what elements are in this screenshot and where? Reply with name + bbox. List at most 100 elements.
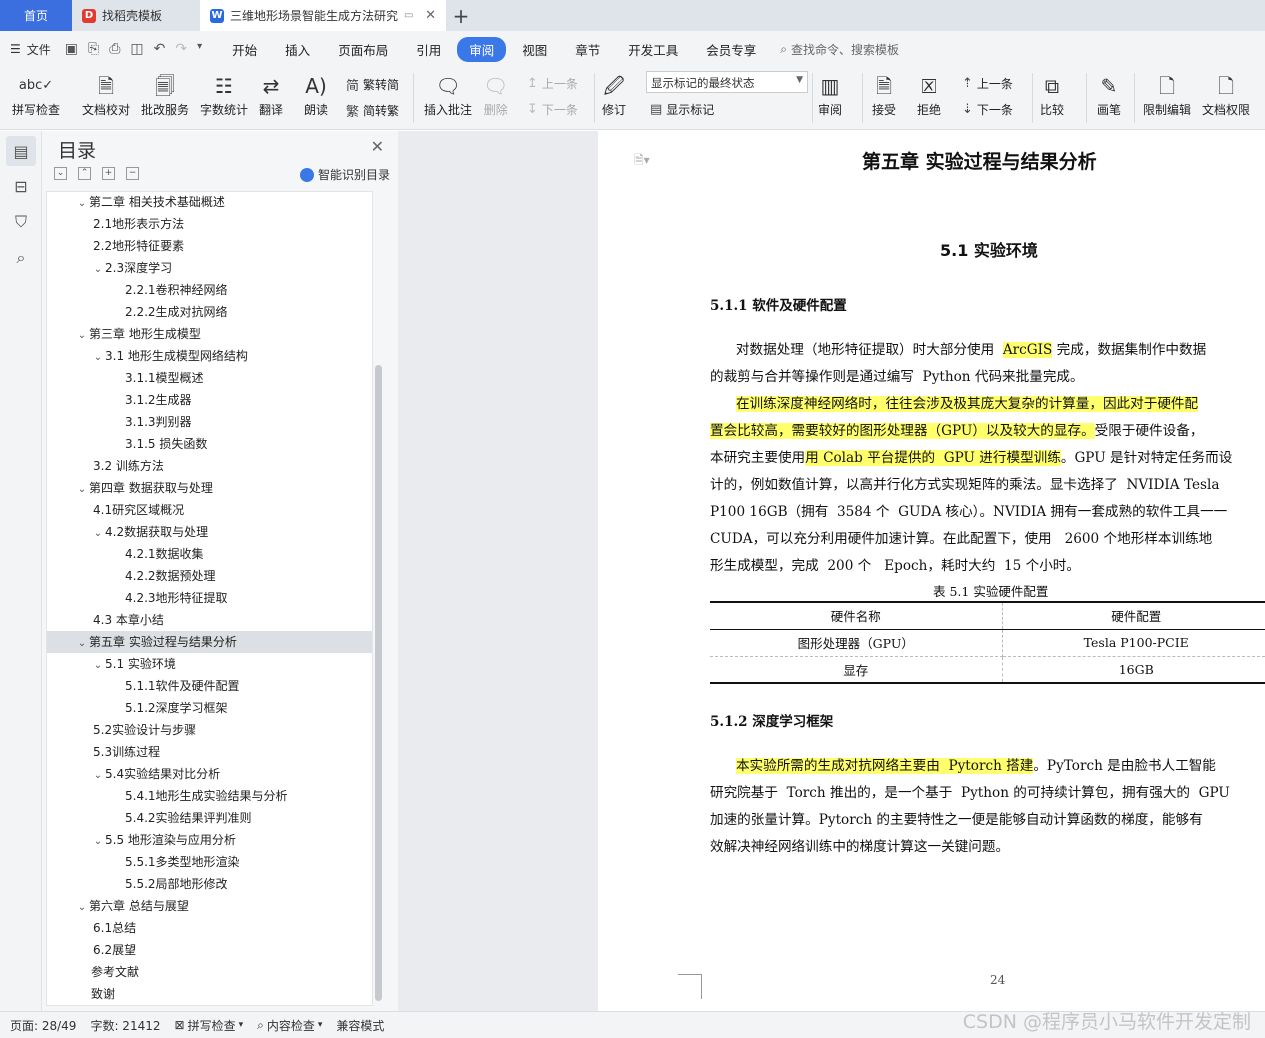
spell-check-status[interactable]: ⊠ 拼写检查 ▾ bbox=[175, 1017, 244, 1034]
tab-home[interactable]: 首页 bbox=[0, 0, 72, 31]
page-indicator[interactable]: 页面: 28/49 bbox=[10, 1017, 76, 1034]
command-search[interactable]: ⌕ 查找命令、搜索模板 bbox=[780, 41, 899, 58]
undo-icon[interactable]: ↶ bbox=[154, 41, 166, 57]
menu-layout[interactable]: 页面布局 bbox=[326, 37, 400, 62]
next-comment-button[interactable]: ↧ 下一条 bbox=[527, 101, 578, 118]
collapse-icon[interactable]: − bbox=[126, 167, 139, 180]
chevron-down-icon[interactable]: ⌄ bbox=[91, 259, 105, 281]
toc-item[interactable]: ⌄ 2.3深度学习 bbox=[47, 257, 372, 279]
menu-devtools[interactable]: 开发工具 bbox=[616, 37, 690, 62]
chevron-down-icon[interactable]: ⌄ bbox=[91, 765, 105, 787]
toc-item[interactable]: ⌄ 5.5 地形渲染与应用分析 bbox=[47, 829, 372, 851]
delete-comment-button[interactable]: 🗨 删除 bbox=[483, 71, 508, 118]
menu-member[interactable]: 会员专享 bbox=[694, 37, 768, 62]
toc-item[interactable]: ⌄ 第四章 数据获取与处理 bbox=[47, 477, 372, 499]
prev-change-button[interactable]: ⇡ 上一条 bbox=[962, 75, 1013, 92]
markup-state-select[interactable]: 显示标记的最终状态 ▼ bbox=[646, 71, 808, 93]
show-markup-button[interactable]: ▤ 显示标记 bbox=[650, 101, 714, 118]
toc-item[interactable]: 4.2.3地形特征提取 bbox=[47, 587, 372, 609]
toc-item[interactable]: 4.1研究区域概况 bbox=[47, 499, 372, 521]
menu-section[interactable]: 章节 bbox=[563, 37, 612, 62]
trad-to-simp-button[interactable]: 简繁转简 bbox=[346, 75, 399, 94]
search-icon[interactable]: ⌕ bbox=[6, 243, 36, 273]
doc-icon[interactable]: 🗎▾ bbox=[634, 151, 650, 172]
chevron-down-icon[interactable]: ⌄ bbox=[91, 523, 105, 545]
toc-item[interactable]: 致谢 bbox=[47, 983, 372, 1005]
close-icon[interactable]: ✕ bbox=[371, 137, 384, 156]
toc-item[interactable]: 2.2.2生成对抗网络 bbox=[47, 301, 372, 323]
toc-item[interactable]: ⌄ 第二章 相关技术基础概述 bbox=[47, 192, 372, 215]
review-pane-button[interactable]: ▥ 审阅 bbox=[818, 71, 842, 118]
toc-item[interactable]: 3.1.1模型概述 bbox=[47, 367, 372, 389]
batch-service-button[interactable]: 🗐 批改服务 bbox=[141, 71, 189, 118]
toc-item[interactable]: ⌄ 第六章 总结与展望 bbox=[47, 895, 372, 917]
toc-item[interactable]: 6.2展望 bbox=[47, 939, 372, 961]
chevron-down-icon[interactable]: ⌄ bbox=[91, 655, 105, 677]
print-icon[interactable]: ⎙ bbox=[109, 41, 120, 57]
track-changes-button[interactable]: 🖉 修订 bbox=[602, 71, 626, 118]
chevron-down-icon[interactable]: ▾ bbox=[197, 41, 202, 57]
preview-icon[interactable]: ◫ bbox=[130, 41, 143, 57]
insert-comment-button[interactable]: 🗨 插入批注 bbox=[424, 71, 472, 118]
chevron-down-icon[interactable]: ⌄ bbox=[75, 193, 89, 215]
toc-item[interactable]: 3.2 训练方法 bbox=[47, 455, 372, 477]
file-menu[interactable]: ☰ 文件 bbox=[10, 41, 51, 58]
toc-item[interactable]: 5.1.1软件及硬件配置 bbox=[47, 675, 372, 697]
proofread-button[interactable]: 🗎 文档校对 bbox=[82, 71, 130, 118]
toc-item[interactable]: 5.3训练过程 bbox=[47, 741, 372, 763]
chevron-down-icon[interactable]: ⌄ bbox=[91, 347, 105, 369]
toc-item[interactable]: 5.4.1地形生成实验结果与分析 bbox=[47, 785, 372, 807]
toc-item[interactable]: 5.2实验设计与步骤 bbox=[47, 719, 372, 741]
accept-button[interactable]: 🗎 接受 bbox=[872, 71, 896, 118]
content-check-status[interactable]: ⌕ 内容检查 ▾ bbox=[257, 1017, 322, 1034]
chevron-down-icon[interactable]: ⌄ bbox=[75, 633, 89, 655]
expand-icon[interactable]: + bbox=[102, 167, 115, 180]
close-icon[interactable]: ✕ bbox=[425, 8, 436, 23]
menu-review[interactable]: 审阅 bbox=[457, 36, 507, 62]
bookmark-icon[interactable]: ⛉ bbox=[6, 207, 36, 237]
tab-document[interactable]: W 三维地形场景智能生成方法研究 ▭ ✕ bbox=[200, 0, 446, 31]
smart-toc-button[interactable]: 智能识别目录 bbox=[299, 166, 390, 183]
toc-item[interactable]: ⌄ 3.1 地形生成模型网络结构 bbox=[47, 345, 372, 367]
word-count-button[interactable]: ☷ 字数统计 bbox=[200, 71, 248, 118]
export-icon[interactable]: ⎘ bbox=[88, 41, 99, 57]
tab-template[interactable]: D 找稻壳模板 bbox=[72, 0, 200, 31]
chevron-down-icon[interactable]: ⌄ bbox=[75, 325, 89, 347]
toc-item[interactable]: 3.1.3判别器 bbox=[47, 411, 372, 433]
toc-item[interactable]: 5.5.2局部地形修改 bbox=[47, 873, 372, 895]
toc-item[interactable]: 5.1.2深度学习框架 bbox=[47, 697, 372, 719]
redo-icon[interactable]: ↷ bbox=[175, 41, 187, 57]
toc-item[interactable]: ⌄ 5.4实验结果对比分析 bbox=[47, 763, 372, 785]
toc-item[interactable]: 4.2.2数据预处理 bbox=[47, 565, 372, 587]
pen-button[interactable]: ✎ 画笔 bbox=[1097, 71, 1121, 118]
toc-item[interactable]: 2.2.1卷积神经网络 bbox=[47, 279, 372, 301]
save-icon[interactable]: ▣ bbox=[65, 41, 78, 57]
toc-item[interactable]: 3.1.5 损失函数 bbox=[47, 433, 372, 455]
toc-item[interactable]: 5.5.1多类型地形渲染 bbox=[47, 851, 372, 873]
toc-item[interactable]: 2.2地形特征要素 bbox=[47, 235, 372, 257]
menu-reference[interactable]: 引用 bbox=[404, 37, 453, 62]
spell-check-button[interactable]: abc✓ 拼写检查 bbox=[12, 71, 60, 118]
next-change-button[interactable]: ⇣ 下一条 bbox=[962, 101, 1013, 118]
prev-comment-button[interactable]: ↥ 上一条 bbox=[527, 75, 578, 92]
chevron-down-icon[interactable]: ⌄ bbox=[75, 479, 89, 501]
translate-button[interactable]: ⇄ 翻译 bbox=[259, 71, 283, 118]
chevron-down-icon[interactable]: ⌄ bbox=[91, 831, 105, 853]
toc-scrollbar[interactable] bbox=[375, 365, 382, 1001]
reject-button[interactable]: 🗵 拒绝 bbox=[917, 71, 941, 118]
toc-item[interactable]: ⌄ 4.2数据获取与处理 bbox=[47, 521, 372, 543]
outline-icon[interactable]: ⊟ bbox=[6, 171, 36, 201]
read-aloud-button[interactable]: A) 朗读 bbox=[304, 71, 328, 118]
doc-rights-button[interactable]: 🗋 文档权限 bbox=[1202, 71, 1250, 118]
toc-item[interactable]: 6.1总结 bbox=[47, 917, 372, 939]
chevron-down-icon[interactable]: ⌄ bbox=[75, 897, 89, 919]
toc-item[interactable]: ⌄ 第三章 地形生成模型 bbox=[47, 323, 372, 345]
toc-item[interactable]: 2.1地形表示方法 bbox=[47, 213, 372, 235]
toc-item[interactable]: ⌄ 5.1 实验环境 bbox=[47, 653, 372, 675]
menu-start[interactable]: 开始 bbox=[220, 37, 269, 62]
collapse-up-icon[interactable]: ⌃ bbox=[78, 167, 91, 180]
collapse-down-icon[interactable]: ⌄ bbox=[54, 167, 67, 180]
document-page[interactable]: 🗎▾ 第五章 实验过程与结果分析 5.1 实验环境 5.1.1 软件及硬件配置 … bbox=[598, 131, 1265, 1011]
compare-button[interactable]: ⧉ 比较 bbox=[1040, 71, 1064, 118]
restrict-editing-button[interactable]: 🗋 限制编辑 bbox=[1143, 71, 1191, 118]
